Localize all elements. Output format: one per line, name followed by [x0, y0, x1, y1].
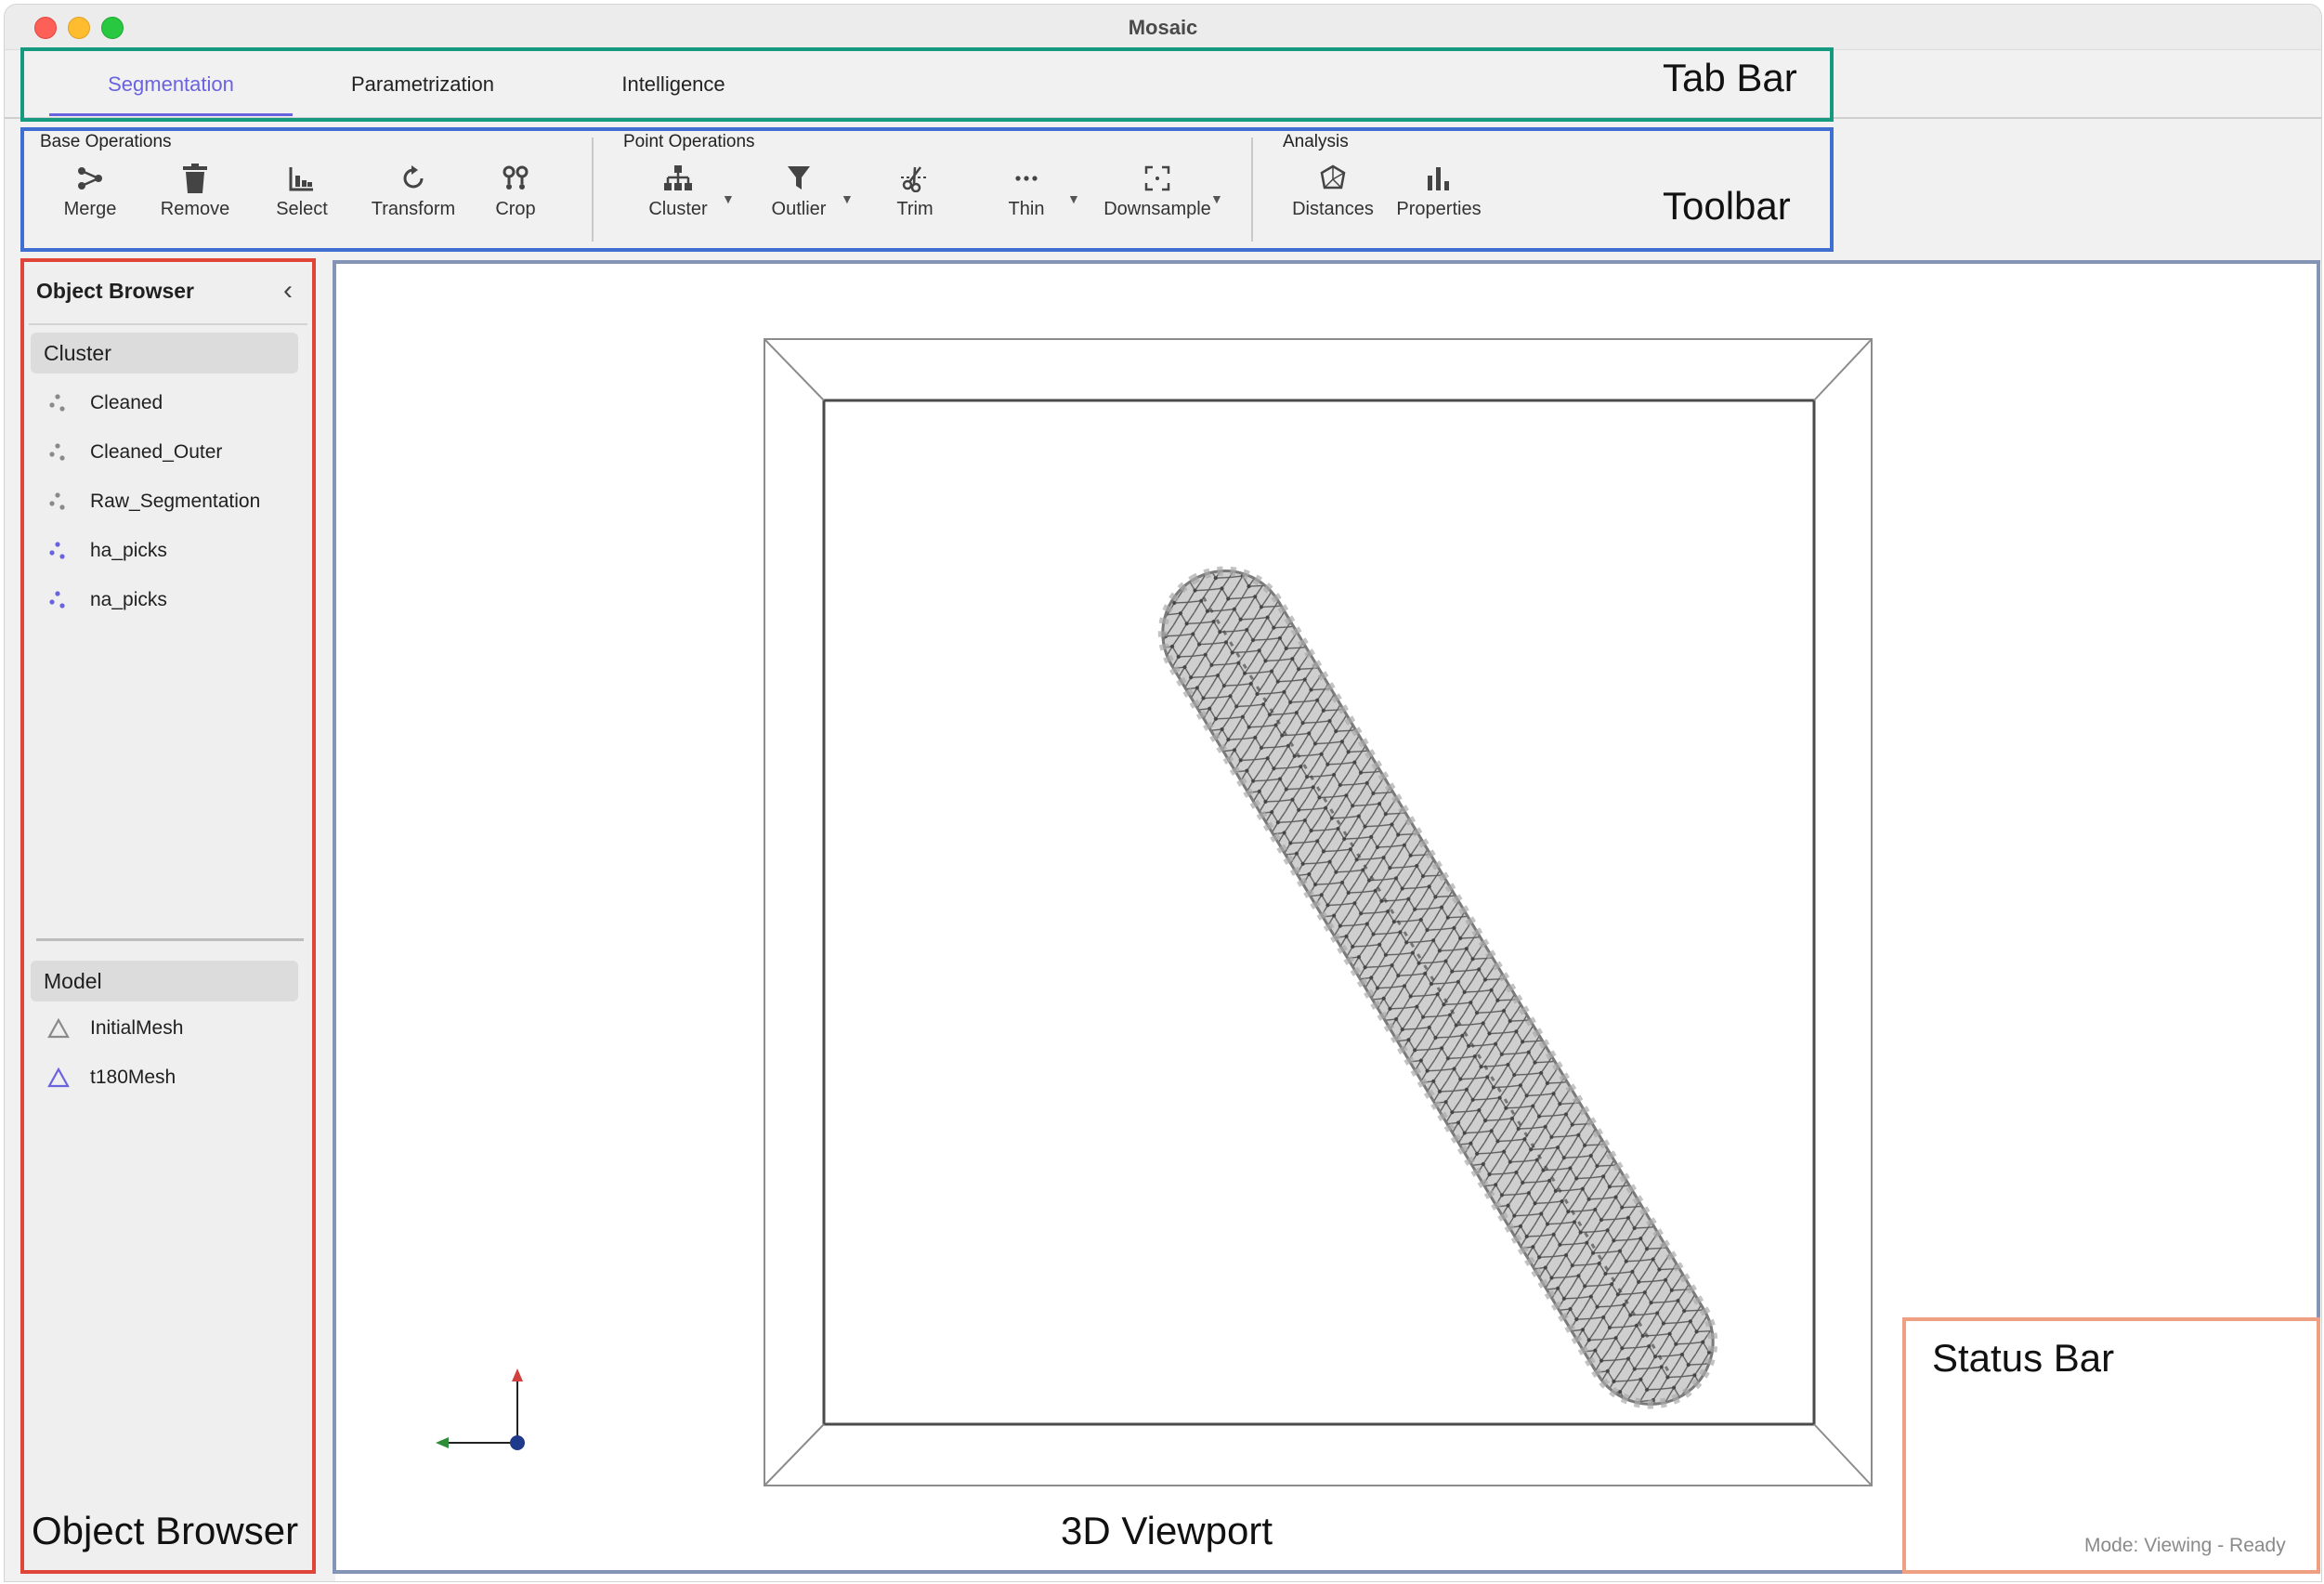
group-label-base-operations: Base Operations: [40, 132, 172, 151]
point-cloud-icon: [49, 492, 65, 510]
thin-button[interactable]: Thin: [989, 158, 1064, 232]
annotation-label-toolbar: Toolbar: [1663, 184, 1791, 228]
mesh-triangle-icon: [47, 1018, 70, 1039]
properties-button[interactable]: Properties: [1392, 158, 1485, 232]
section-divider: [36, 938, 304, 941]
object-browser-title: Object Browser: [36, 279, 194, 303]
browser-divider: [29, 323, 307, 325]
dots-horizontal-icon: [1015, 176, 1038, 181]
window-title: Mosaic: [1128, 16, 1198, 39]
cluster-button[interactable]: Cluster: [636, 158, 720, 232]
annotation-label-object-browser: Object Browser: [32, 1509, 299, 1552]
orientation-axes: [436, 1368, 525, 1450]
select-chart-icon: [289, 167, 313, 191]
transform-button[interactable]: Transform: [362, 158, 464, 232]
active-tab-indicator: [49, 113, 293, 116]
downsample-dropdown-arrow[interactable]: ▼: [1210, 191, 1223, 206]
trash-icon: [183, 164, 207, 193]
outlier-dropdown-arrow[interactable]: ▼: [841, 191, 854, 206]
toolbar-separator: [1251, 137, 1253, 242]
point-cloud-icon: [49, 542, 65, 559]
downsample-button[interactable]: Downsample: [1097, 158, 1218, 232]
thin-dropdown-arrow[interactable]: ▼: [1067, 191, 1080, 206]
point-cloud-icon: [49, 394, 65, 412]
viewport-scene[interactable]: [335, 263, 2322, 1582]
toolbar: Base Operations Merge Remove Select Tran…: [5, 119, 2321, 255]
annotation-label-status-bar: Status Bar: [1932, 1336, 2115, 1380]
tab-bar: Segmentation Parametrization Intelligenc…: [5, 50, 2321, 119]
chevron-left-icon: ‹: [283, 275, 293, 306]
annotation-label-tab-bar: Tab Bar: [1663, 56, 1797, 99]
remove-button[interactable]: Remove: [153, 158, 237, 232]
point-cloud-icon: [49, 591, 65, 609]
rotate-icon: [403, 165, 424, 189]
annotation-label-viewport: 3D Viewport: [1061, 1509, 1273, 1552]
scissors-icon: [901, 166, 929, 192]
distances-button[interactable]: Distances: [1286, 158, 1379, 232]
group-label-point-operations: Point Operations: [623, 132, 755, 151]
3d-viewport[interactable]: [335, 263, 2322, 1582]
axis-x-arrow: [436, 1437, 449, 1448]
toolbar-separator: [592, 137, 594, 242]
crop-button[interactable]: Crop: [483, 158, 548, 232]
outlier-button[interactable]: Outlier: [757, 158, 841, 232]
bar-chart-icon: [1428, 167, 1449, 190]
section-header-model[interactable]: Model: [31, 961, 298, 1001]
status-bar-text: Mode: Viewing - Ready: [2084, 1535, 2286, 1556]
select-button[interactable]: Select: [265, 158, 339, 232]
trim-button[interactable]: Trim: [878, 158, 952, 232]
cluster-dropdown-arrow[interactable]: ▼: [722, 191, 735, 206]
list-item-initialmesh[interactable]: InitialMesh: [38, 1010, 183, 1047]
list-item-t180mesh[interactable]: t180Mesh: [38, 1059, 176, 1096]
distances-polygon-icon: [1320, 164, 1346, 190]
axis-z-dot: [510, 1435, 525, 1450]
list-item-ha-picks[interactable]: ha_picks: [38, 532, 167, 569]
tab-parametrization[interactable]: Parametrization: [320, 72, 525, 97]
point-cloud-icon: [49, 443, 65, 461]
axis-y-arrow: [512, 1368, 523, 1381]
list-item-cleaned[interactable]: Cleaned: [38, 385, 163, 422]
list-item-na-picks[interactable]: na_picks: [38, 582, 167, 619]
collapse-panel-button[interactable]: ‹: [283, 275, 293, 307]
merge-button[interactable]: Merge: [51, 158, 129, 232]
section-header-cluster[interactable]: Cluster: [31, 333, 298, 373]
list-item-cleaned-outer[interactable]: Cleaned_Outer: [38, 434, 222, 471]
mesh-triangle-icon: [47, 1067, 70, 1088]
group-label-analysis: Analysis: [1283, 132, 1349, 151]
cluster-hierarchy-icon: [664, 165, 692, 190]
list-item-raw-segmentation[interactable]: Raw_Segmentation: [38, 483, 260, 520]
merge-icon: [78, 167, 102, 190]
crop-icon: [503, 165, 529, 190]
object-browser-panel: Object Browser ‹ Cluster Cleaned Cleaned…: [23, 266, 311, 1577]
title-bar: Mosaic: [5, 5, 2321, 50]
mesh-tube: [1157, 566, 1718, 1409]
downsample-frame-icon: [1144, 165, 1170, 191]
filter-funnel-icon: [788, 166, 810, 190]
tab-intelligence[interactable]: Intelligence: [571, 72, 776, 97]
tab-segmentation[interactable]: Segmentation: [49, 72, 293, 97]
